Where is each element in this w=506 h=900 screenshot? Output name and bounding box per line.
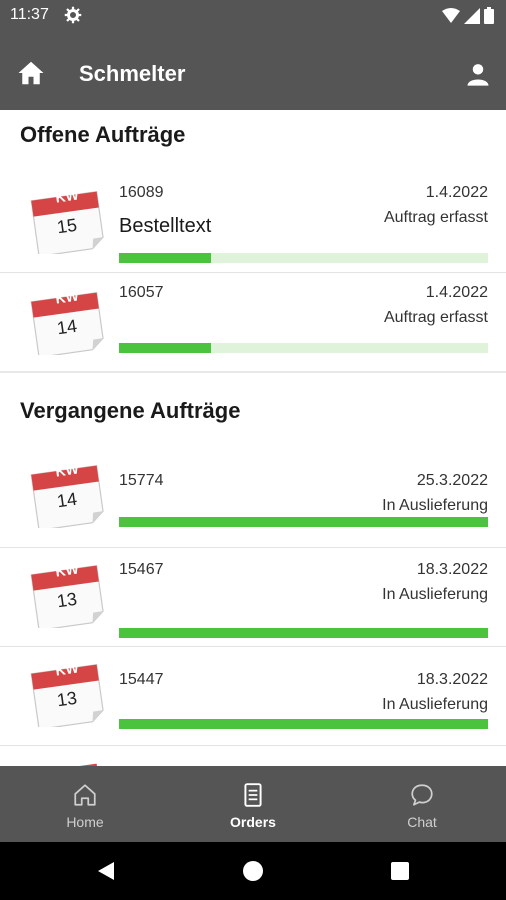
- order-status: Auftrag erfasst: [383, 309, 488, 326]
- settings-gear-icon: [64, 6, 82, 24]
- section-divider: [0, 371, 506, 373]
- orders-icon: [244, 783, 262, 807]
- order-status: In Auslieferung: [382, 497, 488, 514]
- order-progress-fill: [119, 517, 488, 527]
- nav-home[interactable]: Home: [25, 766, 145, 842]
- order-progress-bar: [119, 628, 488, 638]
- battery-icon: [484, 7, 494, 24]
- calendar-week-number: 15: [55, 214, 79, 238]
- system-navigation-bar: [0, 842, 506, 900]
- home-icon: [74, 784, 96, 806]
- calendar-week-number: 13: [55, 687, 79, 711]
- status-bar: 11:37: [0, 0, 506, 32]
- home-circle-icon[interactable]: [241, 859, 265, 883]
- order-item[interactable]: KW 13 15447 18.3.2022 In Auslieferung: [0, 647, 506, 745]
- order-progress-fill: [119, 253, 212, 263]
- order-text: Bestelltext: [119, 215, 212, 237]
- order-number: 15467: [119, 561, 164, 578]
- order-number: 15447: [119, 671, 164, 688]
- order-item[interactable]: KW 15 16089 1.4.2022 Bestelltext Auftrag…: [0, 172, 506, 272]
- order-status: In Auslieferung: [382, 696, 488, 713]
- order-date: 25.3.2022: [416, 472, 488, 489]
- order-item[interactable]: KW 14 16057 1.4.2022 Auftrag erfasst: [0, 273, 506, 371]
- order-number: 16089: [119, 184, 164, 201]
- nav-chat-label: Chat: [407, 814, 437, 830]
- divider: [0, 745, 506, 746]
- calendar-week-number: 14: [55, 488, 79, 512]
- user-account-icon[interactable]: [464, 60, 492, 88]
- order-status: Auftrag erfasst: [383, 209, 488, 226]
- chat-icon: [411, 784, 433, 806]
- nav-chat[interactable]: Chat: [362, 766, 482, 842]
- order-progress-bar: [119, 343, 488, 353]
- back-icon[interactable]: [94, 859, 118, 883]
- order-date: 1.4.2022: [425, 284, 488, 301]
- order-number: 16057: [119, 284, 164, 301]
- order-progress-fill: [119, 343, 212, 353]
- cellular-signal-icon: [464, 7, 480, 24]
- status-time: 11:37: [10, 6, 49, 23]
- nav-orders[interactable]: Orders: [193, 766, 313, 842]
- open-orders-title: Offene Aufträge: [20, 122, 186, 147]
- order-progress-bar: [119, 719, 488, 729]
- app-bar: Schmelter: [0, 32, 506, 110]
- order-date: 18.3.2022: [416, 671, 488, 688]
- bottom-navigation: Home Orders Chat: [0, 766, 506, 842]
- order-item[interactable]: KW 13 15467 18.3.2022 In Auslieferung: [0, 548, 506, 646]
- calendar-week-number: 13: [55, 588, 79, 612]
- status-indicators: [442, 7, 494, 24]
- recents-icon[interactable]: [388, 859, 412, 883]
- order-date: 18.3.2022: [416, 561, 488, 578]
- order-date: 1.4.2022: [425, 184, 488, 201]
- order-progress-bar: [119, 517, 488, 527]
- past-orders-title: Vergangene Aufträge: [20, 398, 241, 423]
- order-item[interactable]: KW 14 15774 25.3.2022 In Auslieferung: [0, 450, 506, 547]
- order-progress-fill: [119, 719, 488, 729]
- order-progress-fill: [119, 628, 488, 638]
- order-number: 15774: [119, 472, 164, 489]
- app-title: Schmelter: [79, 61, 186, 86]
- wifi-icon: [442, 7, 460, 23]
- nav-home-label: Home: [66, 814, 104, 830]
- home-icon[interactable]: [16, 58, 46, 88]
- order-progress-bar: [119, 253, 488, 263]
- order-status: In Auslieferung: [382, 586, 488, 603]
- nav-orders-label: Orders: [230, 814, 276, 830]
- calendar-week-icon: [31, 763, 99, 766]
- orders-list[interactable]: Offene Aufträge KW 15 16089 1.4.2022 Bes…: [0, 110, 506, 766]
- calendar-week-number: 14: [55, 315, 79, 339]
